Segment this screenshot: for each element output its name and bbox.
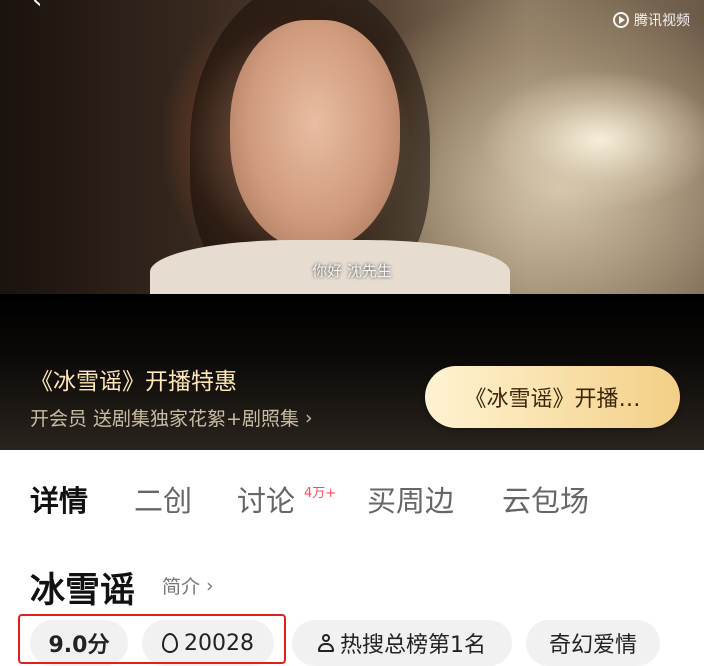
promo-subtitle-text: 开会员 送剧集独家花絮+剧照集 <box>30 408 299 430</box>
back-chevron-icon[interactable]: ‹ <box>32 0 42 13</box>
promo-cta-button[interactable]: 《冰雪谣》开播… <box>425 366 680 428</box>
video-player[interactable]: ‹ 腾讯视频 你好 沈先生 <box>0 0 704 294</box>
genre-text: 奇幻爱情 <box>548 633 637 658</box>
active-tab-indicator <box>80 520 90 524</box>
tab-cloud-screening[interactable]: 云包场 <box>502 478 589 520</box>
tab-merchandise[interactable]: 买周边 <box>367 478 454 520</box>
tab-details[interactable]: 详情 <box>30 478 88 520</box>
vip-promo-banner[interactable]: 《冰雪谣》开播特惠 开会员 送剧集独家花絮+剧照集 › 《冰雪谣》开播… <box>0 294 704 450</box>
play-logo-icon <box>613 12 629 28</box>
rank-text: 热搜总榜第1名 <box>340 633 486 658</box>
video-frame-face <box>230 20 400 250</box>
intro-link[interactable]: 简介 › <box>162 572 214 599</box>
promo-title: 《冰雪谣》开播特惠 <box>30 369 237 395</box>
intro-label: 简介 <box>162 576 201 598</box>
ranking-person-icon <box>318 634 334 652</box>
promo-subtitle-link[interactable]: 开会员 送剧集独家花絮+剧照集 › <box>30 404 313 431</box>
tab-fan-creations[interactable]: 二创 <box>134 478 192 520</box>
chevron-right-icon: › <box>206 574 214 597</box>
highlight-annotation-box <box>18 614 286 664</box>
tab-bar <box>0 450 704 545</box>
genre-chip[interactable]: 奇幻爱情 <box>526 620 660 666</box>
chevron-right-icon: › <box>304 406 313 429</box>
show-title: 冰雪谣 <box>30 571 136 611</box>
discussion-count-badge: 4万+ <box>304 486 337 501</box>
rank-chip[interactable]: 热搜总榜第1名 <box>292 620 512 666</box>
tencent-video-logo: 腾讯视频 <box>613 10 690 30</box>
tab-discussion[interactable]: 讨论 <box>237 478 295 520</box>
logo-text: 腾讯视频 <box>634 13 690 29</box>
video-subtitle: 你好 沈先生 <box>312 262 392 280</box>
